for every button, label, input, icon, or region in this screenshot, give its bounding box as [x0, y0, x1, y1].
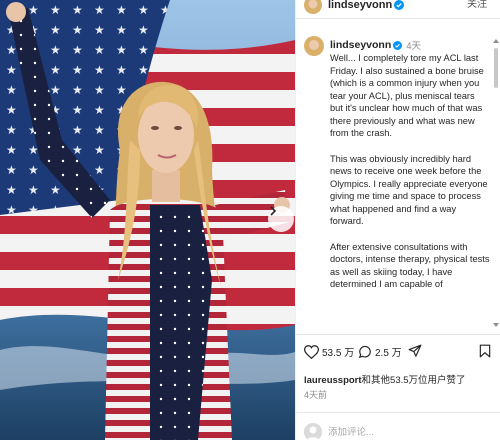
verified-badge-icon — [393, 40, 403, 50]
comment-bubble-icon — [358, 345, 371, 358]
caption-area: lindseyvonn 4天 Well... I completely tore… — [296, 30, 500, 330]
caption-paragraph: Well... I completely tore my ACL last Fr… — [330, 53, 484, 138]
comment-button[interactable]: 2.5 万 — [358, 344, 402, 359]
caption-header: lindseyvonn 4天 — [330, 38, 421, 52]
comment-input[interactable] — [328, 425, 478, 439]
chevron-right-icon — [270, 206, 277, 216]
scroll-thumb[interactable] — [494, 48, 498, 88]
post-timestamp: 4天前 — [304, 390, 328, 400]
comment-bar — [296, 418, 500, 440]
liked-by-rest: 和其他53.5万位用户赞了 — [361, 375, 466, 386]
caption-username[interactable]: lindseyvonn — [330, 39, 391, 51]
current-user-avatar — [304, 423, 322, 440]
share-button[interactable] — [408, 344, 422, 358]
caption-avatar[interactable] — [304, 36, 324, 56]
like-count: 53.5 万 — [322, 348, 355, 359]
liked-by-text: laureussport和其他53.5万位用户赞了 — [304, 372, 499, 386]
paper-plane-icon — [408, 344, 422, 357]
actions-divider — [296, 334, 500, 335]
caption-time: 4天 — [406, 41, 422, 52]
comment-count: 2.5 万 — [375, 348, 402, 359]
scroll-down-arrow-icon[interactable] — [493, 322, 499, 328]
comment-divider — [296, 412, 500, 413]
profile-photo-icon — [304, 0, 322, 14]
caption-scrollbar[interactable] — [493, 38, 499, 328]
post-details-panel: lindseyvonn 关注 lindseyvonn 4天 Well... I … — [295, 0, 500, 440]
next-image-button[interactable] — [268, 206, 294, 232]
post-media[interactable]: ★ — [0, 0, 295, 440]
action-bar: 53.5 万 2.5 万 — [296, 340, 500, 366]
header-divider — [296, 18, 500, 19]
post-header: lindseyvonn 关注 — [296, 0, 500, 18]
liked-by-user[interactable]: laureussport — [304, 375, 362, 386]
scroll-up-arrow-icon[interactable] — [493, 38, 499, 44]
follow-button[interactable]: 关注 — [467, 0, 487, 10]
save-button[interactable] — [479, 344, 491, 363]
post-photo: ★ — [0, 0, 295, 440]
caption-paragraph: This was obviously incredibly hard news … — [330, 153, 488, 227]
caption-text: Well... I completely tore my ACL last Fr… — [330, 52, 490, 304]
like-button[interactable]: 53.5 万 — [304, 344, 354, 359]
caption-paragraph: After extensive consultations with docto… — [330, 241, 490, 290]
header-avatar[interactable] — [304, 0, 322, 14]
heart-icon — [304, 344, 319, 359]
default-avatar-icon — [304, 423, 322, 440]
bookmark-icon — [479, 344, 491, 358]
profile-photo-icon — [304, 36, 324, 56]
verified-badge-icon — [394, 0, 405, 10]
header-username[interactable]: lindseyvonn — [328, 0, 392, 11]
